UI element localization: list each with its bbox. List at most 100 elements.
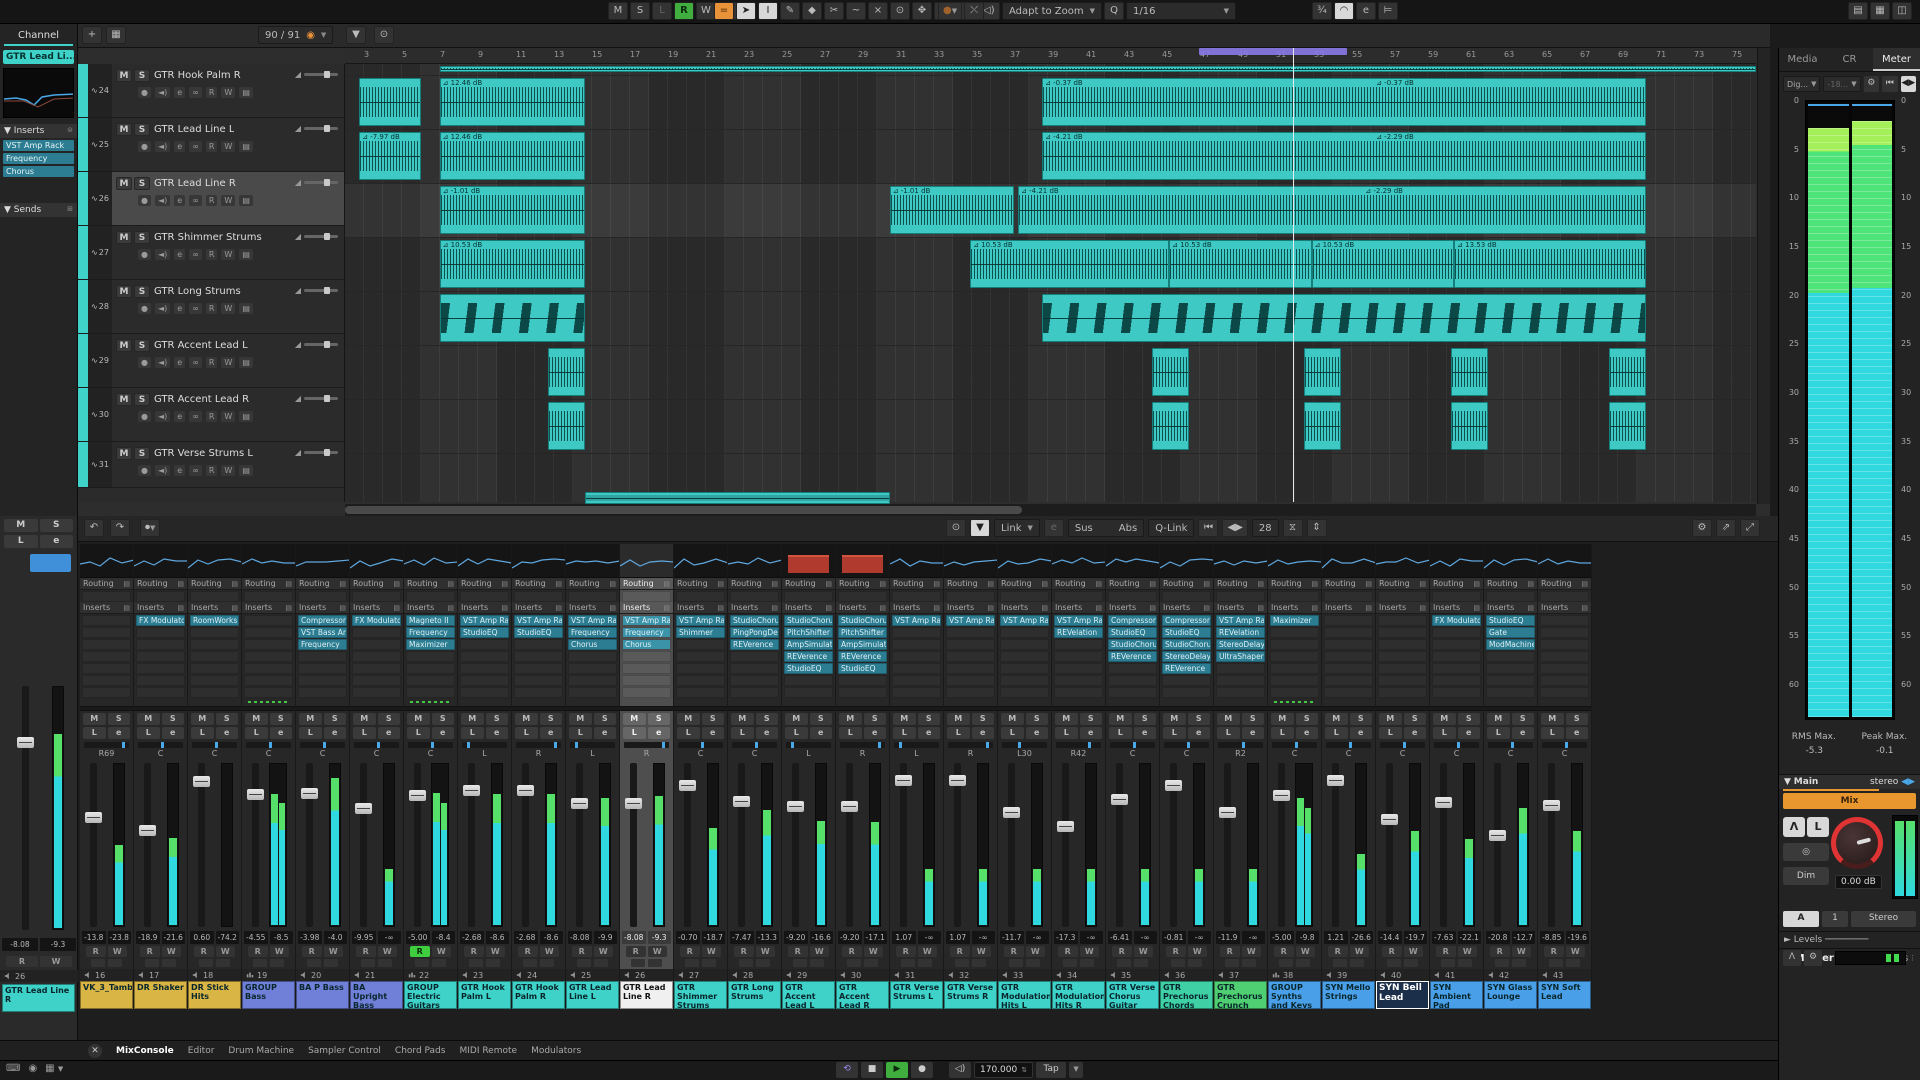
channel-fader[interactable] bbox=[630, 763, 637, 927]
peak-db-value[interactable]: -∞ bbox=[918, 931, 942, 944]
control-room-mix-button[interactable]: Mix bbox=[1783, 793, 1916, 809]
channel-mute-button[interactable]: M bbox=[1379, 713, 1402, 725]
channel-mute-button[interactable]: M bbox=[245, 713, 268, 725]
track-volume-widget[interactable]: ◢ bbox=[295, 448, 338, 457]
insert-slot-empty[interactable] bbox=[190, 687, 239, 698]
fader-db-value[interactable]: 1.21 bbox=[1324, 931, 1348, 944]
audio-event[interactable] bbox=[1451, 348, 1488, 396]
insert-slot-compressor[interactable]: Compressor bbox=[1162, 615, 1211, 626]
channel-curve-display[interactable] bbox=[1160, 544, 1213, 578]
insert-slot-empty[interactable] bbox=[136, 663, 185, 674]
routing-rack-header[interactable]: Routing▤ bbox=[782, 578, 835, 590]
audio-event[interactable]: ⊿ 12.46 dB bbox=[440, 132, 585, 180]
mixer-channel-17[interactable]: Routing▤ Inserts▤ FX Modulator MS Le C -… bbox=[134, 544, 188, 1009]
routing-slot[interactable] bbox=[568, 591, 617, 602]
insert-slot-modmachine[interactable]: ModMachine bbox=[1486, 639, 1535, 650]
channel-fader[interactable] bbox=[1548, 763, 1555, 927]
mixer-channel-25[interactable]: Routing▤ Inserts▤ VST Amp RackFrequencyC… bbox=[566, 544, 620, 1009]
track-control-icon[interactable]: ∞ bbox=[189, 465, 202, 476]
insert-slot-empty[interactable] bbox=[1432, 675, 1481, 686]
track-control-icon[interactable]: ∞ bbox=[189, 249, 202, 260]
routing-slot[interactable] bbox=[1486, 591, 1535, 602]
inserts-rack-header[interactable]: Inserts▤ bbox=[728, 602, 781, 614]
track-control-icon[interactable]: R bbox=[206, 195, 218, 206]
insert-slot-fx-modulator[interactable]: FX Modulator bbox=[352, 615, 401, 626]
bypass-inserts-icon[interactable] bbox=[469, 959, 483, 967]
pan-value[interactable]: L bbox=[458, 748, 511, 759]
peak-db-value[interactable]: -8.4 bbox=[432, 931, 456, 944]
insert-slot-empty[interactable] bbox=[1054, 639, 1103, 650]
automation-write-button[interactable]: W bbox=[108, 946, 128, 957]
track-control-icon[interactable]: W bbox=[221, 87, 235, 98]
bypass-inserts-icon[interactable] bbox=[253, 959, 267, 967]
fader-db-value[interactable]: -0.81 bbox=[1162, 931, 1186, 944]
mixer-channel-26[interactable]: Routing▤ Inserts▤ VST Amp RackFrequencyC… bbox=[620, 544, 674, 1009]
routing-slot[interactable] bbox=[1378, 591, 1427, 602]
channel-mute-button[interactable]: M bbox=[839, 713, 862, 725]
peak-db-value[interactable]: -∞ bbox=[1134, 931, 1158, 944]
routing-rack-header[interactable]: Routing▤ bbox=[1376, 578, 1429, 590]
channel-name-label[interactable]: GTR Verse Chorus Guitar bbox=[1106, 981, 1159, 1009]
track-header[interactable]: ∿25 MS GTR Lead Line L ◢ ●◄)e∞RW▤ bbox=[78, 118, 344, 172]
channel-listen-button[interactable]: L bbox=[1109, 727, 1132, 739]
insert-slot-studioeq[interactable]: StudioEQ bbox=[784, 663, 833, 674]
quantize-option-icon-2[interactable]: e bbox=[1356, 2, 1376, 20]
bypass-eq-icon[interactable] bbox=[918, 959, 932, 967]
width-icon[interactable]: ⇕ bbox=[1307, 519, 1327, 537]
insert-slot-empty[interactable] bbox=[406, 687, 455, 698]
window-layout-icon-1[interactable]: ▦ bbox=[1870, 2, 1890, 20]
track-control-icon[interactable]: ▤ bbox=[239, 303, 253, 314]
automation-write-button[interactable]: W bbox=[1404, 946, 1424, 957]
insert-slot-empty[interactable] bbox=[1054, 687, 1103, 698]
fader-db-value[interactable]: -7.63 bbox=[1432, 931, 1456, 944]
channel-mute-button[interactable]: M bbox=[83, 713, 106, 725]
pan-value[interactable]: R bbox=[512, 748, 565, 759]
channel-curve-display[interactable] bbox=[1376, 544, 1429, 578]
routing-rack-header[interactable]: Routing▤ bbox=[674, 578, 727, 590]
fader-db-value[interactable]: -8.08 bbox=[568, 931, 592, 944]
track-control-icon[interactable]: e bbox=[174, 357, 185, 368]
right-zone-tab-cr[interactable]: CR bbox=[1826, 48, 1873, 71]
pan-value[interactable]: C bbox=[296, 748, 349, 759]
downmix-button[interactable]: ◎ bbox=[1783, 843, 1829, 861]
channel-fader[interactable] bbox=[306, 763, 313, 927]
channel-fader[interactable] bbox=[576, 763, 583, 927]
track-control-icon[interactable]: ● bbox=[138, 87, 151, 98]
routing-rack-header[interactable]: Routing▤ bbox=[242, 578, 295, 590]
sends-section-header[interactable]: ▼ Sends⊞ bbox=[0, 203, 77, 217]
track-visibility-counter[interactable]: 90 / 91◉▼ bbox=[258, 26, 333, 44]
insert-slot-frequency[interactable]: Frequency bbox=[568, 627, 617, 638]
track-lane[interactable]: ⊿ 12.46 dB⊿ -0.37 dB⊿ -0.37 dB bbox=[345, 76, 1756, 130]
channel-fader[interactable] bbox=[90, 763, 97, 927]
track-control-icon[interactable]: W bbox=[221, 195, 235, 206]
channel-curve-display[interactable] bbox=[1322, 544, 1375, 578]
pan-slider[interactable] bbox=[624, 742, 669, 748]
lower-zone-tab-chord-pads[interactable]: Chord Pads bbox=[395, 1046, 446, 1056]
routing-rack-header[interactable]: Routing▤ bbox=[1322, 578, 1375, 590]
channel-edit-button[interactable]: e bbox=[108, 727, 131, 739]
channel-mute-button[interactable]: M bbox=[1055, 713, 1078, 725]
routing-rack-header[interactable]: Routing▤ bbox=[1538, 578, 1591, 590]
channel-solo-button[interactable]: S bbox=[432, 713, 455, 725]
insert-slot-empty[interactable] bbox=[514, 675, 563, 686]
lower-zone-tab-modulators[interactable]: Modulators bbox=[531, 1046, 581, 1056]
cycle-button[interactable]: ⟲ bbox=[836, 1062, 858, 1078]
channel-curve-display[interactable] bbox=[1052, 544, 1105, 578]
track-control-icon[interactable]: R bbox=[206, 141, 218, 152]
channel-name-label[interactable]: BA Upright Bass bbox=[350, 981, 403, 1009]
insert-slot-studioeq[interactable]: StudioEQ bbox=[514, 627, 563, 638]
fader-db-value[interactable]: -11.7 bbox=[1000, 931, 1024, 944]
channel-solo-button[interactable]: S bbox=[864, 713, 887, 725]
insert-slot-empty[interactable] bbox=[244, 627, 293, 638]
track-lane[interactable] bbox=[345, 400, 1756, 454]
channel-fader[interactable] bbox=[1116, 763, 1123, 927]
automation-write-button[interactable]: W bbox=[1458, 946, 1478, 957]
inserts-rack-header[interactable]: Inserts▤ bbox=[944, 602, 997, 614]
channel-name-label[interactable]: GTR Hook Palm L bbox=[458, 981, 511, 1009]
automation-write-button[interactable]: W bbox=[270, 946, 290, 957]
insert-slot-vst-amp-rack[interactable]: VST Amp Rack bbox=[676, 615, 725, 626]
automation-write-button[interactable]: W bbox=[1134, 946, 1154, 957]
pan-value[interactable]: C bbox=[1322, 748, 1375, 759]
mixer-search-icon[interactable]: ⊙ bbox=[946, 519, 966, 537]
track-control-icon[interactable]: ◄) bbox=[155, 357, 170, 368]
